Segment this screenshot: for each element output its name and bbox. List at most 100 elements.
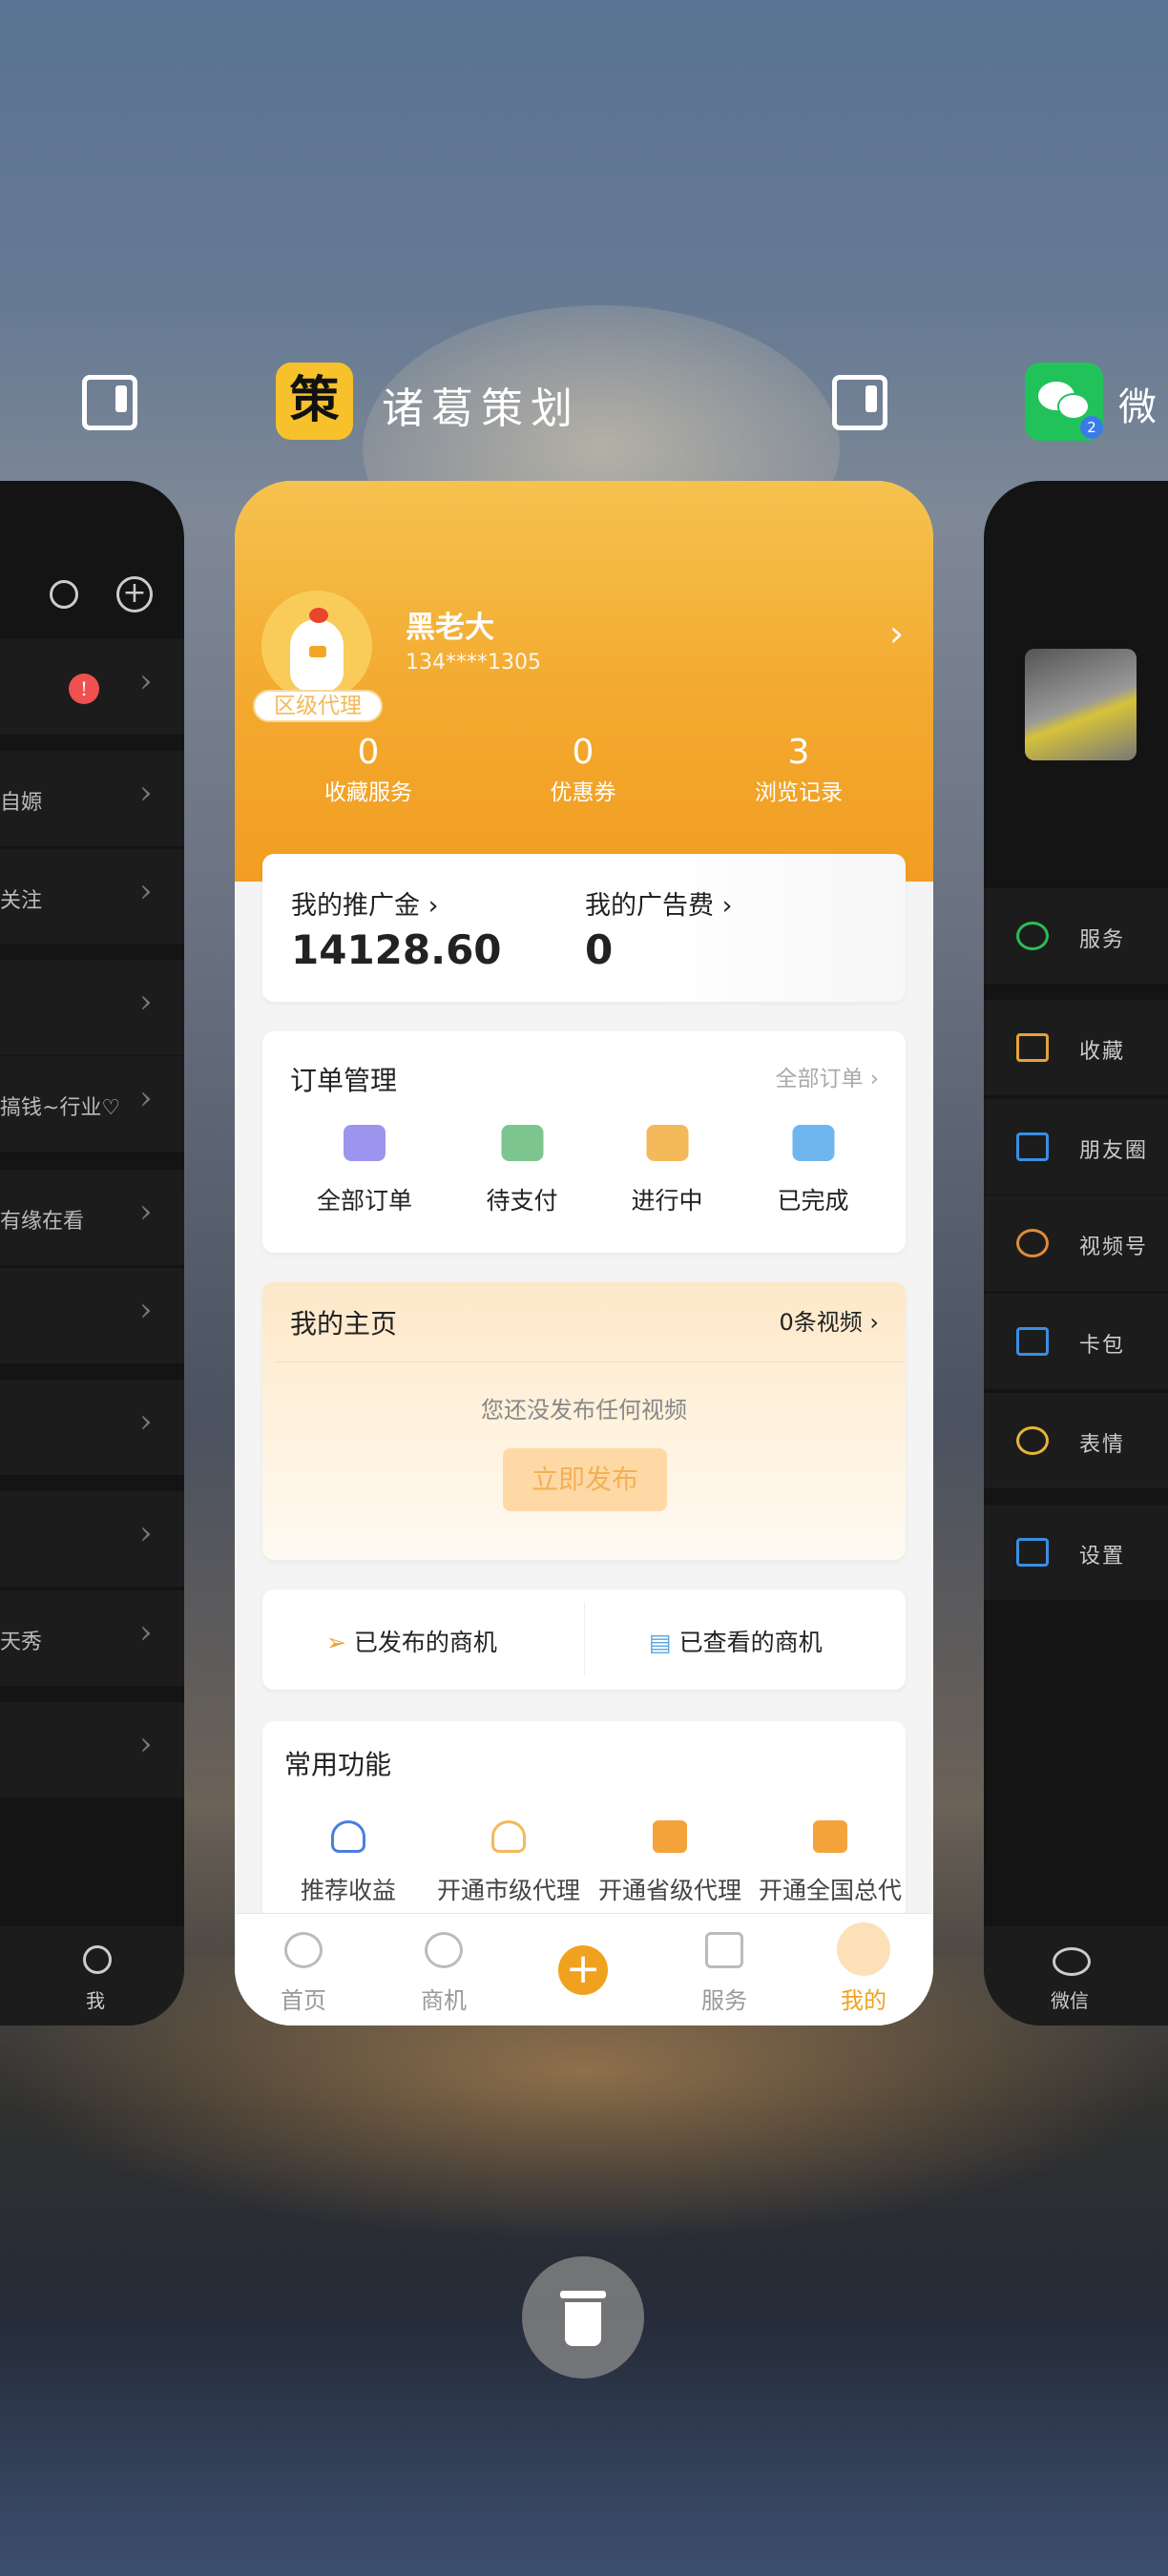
profile-chevron-icon[interactable]: ›	[889, 613, 904, 654]
chevron-right-icon: ›	[139, 1514, 153, 1552]
tab-1[interactable]: 商机	[377, 1913, 511, 2015]
list-item[interactable]: 天秀 ›	[0, 1590, 184, 1686]
menu-item-2[interactable]: 朋友圈	[984, 1099, 1168, 1195]
order-item-0[interactable]: 全部订单	[317, 1125, 412, 1216]
menu-item-3[interactable]: 视频号	[984, 1195, 1168, 1291]
left-app-card[interactable]: + ! › 自嫄 › 关注 › › 搞钱~行业♡ › 有缘在看 › › › › …	[0, 481, 184, 2025]
video-count-link[interactable]: 0条视频 ›	[779, 1303, 879, 1337]
me-icon[interactable]	[83, 1945, 112, 1974]
package-icon	[500, 1125, 543, 1161]
stat-2[interactable]: 3 浏览记录	[755, 733, 843, 806]
list-item[interactable]: ›	[0, 1702, 184, 1797]
all-orders-link[interactable]: 全部订单 ›	[775, 1060, 879, 1092]
published-opportunities-link[interactable]: ➢ 已发布的商机	[326, 1624, 497, 1658]
order-item-2[interactable]: 进行中	[631, 1125, 703, 1216]
function-item-label: 开通省级代理	[597, 1877, 742, 1904]
list-item-text: 自嫄	[0, 791, 43, 815]
list-item[interactable]: ›	[0, 1380, 184, 1475]
function-item-1[interactable]: 开通市级代理	[437, 1820, 580, 1906]
list-item[interactable]: 自嫄 ›	[0, 751, 184, 846]
planet-icon	[425, 1932, 463, 1968]
tab-3[interactable]: 服务	[657, 1913, 791, 2015]
list-item-text: 搞钱~行业♡	[0, 1096, 121, 1120]
function-item-0[interactable]: 推荐收益	[301, 1820, 396, 1906]
menu-item-4[interactable]: 卡包	[984, 1294, 1168, 1389]
chevron-right-icon: ›	[139, 774, 153, 812]
add-icon[interactable]: +	[116, 576, 153, 613]
publish-now-button[interactable]: 立即发布	[503, 1448, 667, 1511]
section-title: 常用功能	[284, 1749, 392, 1780]
plus-icon[interactable]: +	[558, 1945, 608, 1995]
stat-0[interactable]: 0 收藏服务	[324, 733, 412, 806]
list-item[interactable]: ›	[0, 1491, 184, 1587]
ad-fee-link[interactable]: 我的广告费 ›	[585, 884, 732, 922]
user-icon	[490, 1820, 526, 1853]
menu-item-label: 设置	[1079, 1545, 1126, 1568]
unread-badge: 2	[1080, 416, 1103, 439]
app-icon-zhuge[interactable]: 策	[276, 363, 353, 440]
tab-4[interactable]: 我的	[797, 1913, 930, 2015]
user-icon	[330, 1820, 365, 1853]
chevron-right-icon: ›	[139, 1725, 153, 1763]
ad-fee-value: 0	[585, 926, 614, 973]
order-item-label: 全部订单	[316, 1187, 413, 1215]
service-icon	[1016, 922, 1049, 950]
menu-item-5[interactable]: 表情	[984, 1393, 1168, 1488]
clear-all-button[interactable]	[522, 2256, 644, 2379]
list-item[interactable]: 搞钱~行业♡ ›	[0, 1056, 184, 1152]
menu-item-label: 服务	[1079, 928, 1126, 952]
level-badge: 区级代理	[253, 690, 383, 722]
menu-item-0[interactable]: 服务	[984, 888, 1168, 984]
order-item-label: 待支付	[486, 1187, 558, 1215]
tab-label: 服务	[701, 1987, 747, 2014]
stat-label: 收藏服务	[324, 780, 412, 805]
menu-item-label: 卡包	[1079, 1334, 1126, 1358]
split-screen-icon[interactable]	[832, 375, 887, 430]
right-app-card[interactable]: 服务 收藏 朋友圈 视频号 卡包 表情 设置 微信	[984, 481, 1168, 2025]
menu-item-6[interactable]: 设置	[984, 1505, 1168, 1600]
wechat-app-icon[interactable]: 2	[1025, 363, 1103, 441]
menu-item-label: 表情	[1079, 1433, 1126, 1457]
search-icon[interactable]	[50, 580, 78, 609]
menu-item-1[interactable]: 收藏	[984, 1000, 1168, 1095]
app-title: 诸葛策划	[382, 384, 580, 433]
order-item-1[interactable]: 待支付	[486, 1125, 558, 1216]
chevron-right-icon: ›	[139, 1193, 153, 1231]
list-item-text: 有缘在看	[0, 1210, 85, 1234]
tab-label: 商机	[421, 1987, 467, 2014]
chevron-right-icon: ›	[139, 1402, 153, 1441]
user-name[interactable]: 黑老大	[406, 603, 494, 646]
order-item-label: 已完成	[777, 1187, 849, 1215]
function-item-3[interactable]: 开通全国总代	[759, 1820, 902, 1906]
menu-item-label: 收藏	[1079, 1040, 1126, 1064]
grid-icon	[705, 1932, 743, 1968]
list-item[interactable]: ! ›	[0, 639, 184, 735]
avatar[interactable]	[261, 591, 372, 701]
function-item-label: 推荐收益	[300, 1877, 397, 1904]
tab-0[interactable]: 首页	[237, 1913, 370, 2015]
list-item[interactable]: 关注 ›	[0, 849, 184, 945]
chevron-right-icon: ›	[139, 983, 153, 1021]
viewed-opportunities-link[interactable]: ▤ 已查看的商机	[649, 1624, 823, 1658]
list-item[interactable]: ›	[0, 960, 184, 1055]
chevron-right-icon: ›	[139, 662, 153, 700]
list-item[interactable]: ›	[0, 1268, 184, 1363]
split-screen-icon[interactable]	[82, 375, 137, 430]
wallet-icon	[343, 1125, 386, 1161]
list-item[interactable]: 有缘在看 ›	[0, 1170, 184, 1265]
settings-gear-icon	[1016, 1538, 1049, 1567]
function-item-label: 开通市级代理	[436, 1877, 581, 1904]
order-item-label: 进行中	[631, 1187, 703, 1215]
zhuge-app-card[interactable]: 区级代理 黑老大 134****1305 › 0 收藏服务 0 优惠券 3 浏览…	[235, 481, 933, 2025]
list-item-text: 天秀	[0, 1631, 43, 1654]
alert-badge: !	[69, 674, 99, 704]
function-item-2[interactable]: 开通省级代理	[598, 1820, 741, 1906]
stat-1[interactable]: 0 优惠券	[551, 733, 616, 806]
order-item-3[interactable]: 已完成	[777, 1125, 849, 1216]
chat-icon[interactable]	[1053, 1947, 1091, 1976]
tab-label: 我	[86, 1989, 105, 2012]
promo-fund-link[interactable]: 我的推广金 ›	[291, 884, 438, 922]
delivery-truck-icon	[645, 1125, 688, 1161]
chevron-right-icon: ›	[139, 872, 153, 910]
stat-value: 0	[572, 733, 594, 772]
